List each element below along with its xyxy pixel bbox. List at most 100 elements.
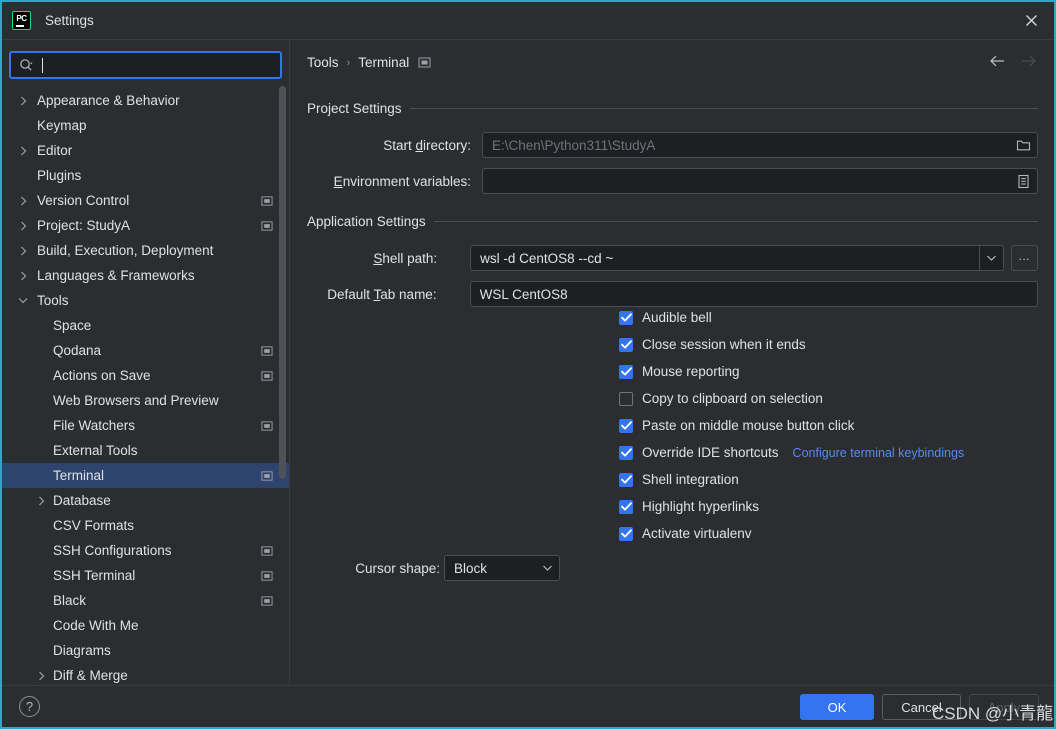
field-cursor-shape: Cursor shape: Block [307,555,560,581]
sidebar-item-label: SSH Configurations [53,543,172,558]
navigation-arrows [989,54,1037,68]
checkbox-checked-icon[interactable] [619,337,633,352]
checkbox-audible-bell[interactable]: Audible bell [619,310,712,325]
chevron-down-icon[interactable] [535,556,559,580]
search-input[interactable] [43,57,272,73]
sidebar-item-diagrams[interactable]: Diagrams [2,638,289,663]
sidebar-item-actions-on-save[interactable]: Actions on Save [2,363,289,388]
checkbox-close-session-when-it-ends[interactable]: Close session when it ends [619,337,806,352]
checkbox-checked-icon[interactable] [619,526,633,541]
ok-button[interactable]: OK [800,694,874,720]
default-tab-name-label: Default Tab name: [327,286,437,302]
search-icon [19,58,34,73]
close-icon[interactable] [1008,2,1054,39]
checkbox-checked-icon[interactable] [619,364,633,379]
shell-path-value: wsl -d CentOS8 --cd ~ [480,250,614,266]
checkbox-checked-icon[interactable] [619,445,633,460]
checkbox-copy-to-clipboard-on-selection[interactable]: Copy to clipboard on selection [619,391,823,406]
cancel-button[interactable]: Cancel [882,694,961,720]
environment-variables-label: Environment variables: [333,173,471,189]
section-divider [433,221,1038,222]
checkbox-paste-on-middle-mouse-button-click[interactable]: Paste on middle mouse button click [619,418,854,433]
sidebar-item-label: CSV Formats [53,518,135,533]
checkbox-checked-icon[interactable] [619,499,633,514]
breadcrumb-root[interactable]: Tools [307,55,339,70]
checkbox-override-ide-shortcuts[interactable]: Override IDE shortcuts Configure terminal… [619,445,964,460]
folder-icon[interactable] [1016,138,1031,152]
default-tab-name-value: WSL CentOS8 [479,286,568,302]
checkbox-label: Activate virtualenv [642,526,752,541]
breadcrumb-current: Terminal [358,55,410,70]
checkbox-label: Audible bell [642,310,712,325]
shell-path-combobox[interactable]: wsl -d CentOS8 --cd ~ [470,245,1004,271]
sidebar-item-label: SSH Terminal [53,568,136,583]
sidebar-item-code-with-me[interactable]: Code With Me [2,613,289,638]
project-scope-icon [261,545,273,557]
cursor-shape-combobox[interactable]: Block [444,555,560,581]
field-environment-variables: Environment variables: [307,168,1038,194]
sidebar-item-space[interactable]: Space [2,313,289,338]
pycharm-logo-text: PC [16,14,27,23]
sidebar-item-build-execution-deployment[interactable]: Build, Execution, Deployment [2,238,289,263]
sidebar-scrollbar-thumb[interactable] [279,86,286,479]
chevron-right-icon[interactable] [16,196,30,206]
sidebar-item-web-browsers-and-preview[interactable]: Web Browsers and Preview [2,388,289,413]
sidebar-item-qodana[interactable]: Qodana [2,338,289,363]
sidebar-item-external-tools[interactable]: External Tools [2,438,289,463]
sidebar-item-label: Qodana [53,343,102,358]
section-title-application-settings: Application Settings [307,214,426,229]
sidebar-item-editor[interactable]: Editor [2,138,289,163]
checkbox-checked-icon[interactable] [619,310,633,325]
section-title-project-settings: Project Settings [307,101,402,116]
sidebar-item-ssh-configurations[interactable]: SSH Configurations [2,538,289,563]
chevron-right-icon[interactable] [16,146,30,156]
section-application-settings: Application Settings [307,214,1038,229]
sidebar-item-appearance-behavior[interactable]: Appearance & Behavior [2,88,289,113]
chevron-down-icon[interactable] [16,297,30,304]
checkbox-mouse-reporting[interactable]: Mouse reporting [619,364,740,379]
sidebar-item-project-studya[interactable]: Project: StudyA [2,213,289,238]
list-edit-icon[interactable] [1016,174,1031,189]
sidebar-item-label: Space [53,318,92,333]
sidebar-item-database[interactable]: Database [2,488,289,513]
checkbox-checked-icon[interactable] [619,472,633,487]
sidebar-item-black[interactable]: Black [2,588,289,613]
sidebar-item-label: Appearance & Behavior [37,93,180,108]
sidebar-item-version-control[interactable]: Version Control [2,188,289,213]
checkbox-shell-integration[interactable]: Shell integration [619,472,739,487]
project-scope-icon [261,420,273,432]
chevron-right-icon[interactable] [16,246,30,256]
environment-variables-input[interactable] [482,168,1038,194]
title-bar: PC Settings [2,2,1054,40]
sidebar-item-label: Keymap [37,118,87,133]
configure-terminal-keybindings-link[interactable]: Configure terminal keybindings [793,446,965,460]
shell-path-browse-button[interactable]: ... [1010,245,1038,271]
chevron-right-icon[interactable] [34,496,48,506]
chevron-right-icon[interactable] [16,221,30,231]
chevron-right-icon[interactable] [34,671,48,681]
checkbox-activate-virtualenv[interactable]: Activate virtualenv [619,526,752,541]
search-box[interactable] [9,51,282,79]
checkbox-checked-icon[interactable] [619,418,633,433]
sidebar-scrollbar-track[interactable] [279,86,286,686]
default-tab-name-input[interactable]: WSL CentOS8 [469,281,1038,307]
checkbox-unchecked-icon[interactable] [619,391,633,406]
sidebar-item-file-watchers[interactable]: File Watchers [2,413,289,438]
chevron-right-icon[interactable] [16,96,30,106]
sidebar-item-csv-formats[interactable]: CSV Formats [2,513,289,538]
field-shell-path: Shell path: wsl -d CentOS8 --cd ~ ... [307,245,1038,271]
arrow-left-icon[interactable] [989,54,1006,68]
chevron-right-icon[interactable] [16,271,30,281]
start-directory-input[interactable]: E:\Chen\Python311\StudyA [482,132,1038,158]
sidebar-item-label: File Watchers [53,418,136,433]
help-button[interactable]: ? [19,696,40,717]
sidebar-item-terminal[interactable]: Terminal [2,463,289,488]
sidebar-item-plugins[interactable]: Plugins [2,163,289,188]
sidebar-item-ssh-terminal[interactable]: SSH Terminal [2,563,289,588]
settings-dialog: PC Settings Appearance & Behavior Keymap… [0,0,1056,729]
checkbox-highlight-hyperlinks[interactable]: Highlight hyperlinks [619,499,759,514]
sidebar-item-keymap[interactable]: Keymap [2,113,289,138]
chevron-down-icon[interactable] [978,246,1003,270]
sidebar-item-languages-frameworks[interactable]: Languages & Frameworks [2,263,289,288]
sidebar-item-tools[interactable]: Tools [2,288,289,313]
